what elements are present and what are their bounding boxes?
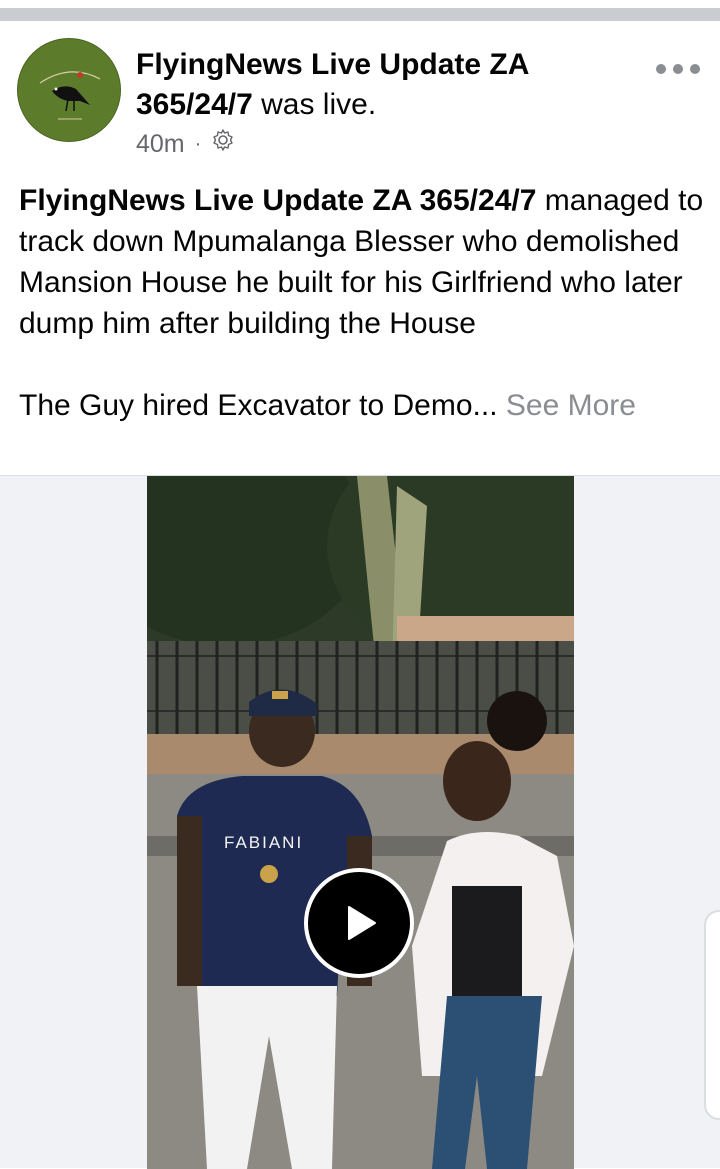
bird-logo-icon (18, 39, 120, 141)
post-body: FlyingNews Live Update ZA 365/24/7 manag… (19, 180, 709, 426)
shirt-logo-text: FABIANI (224, 833, 303, 852)
play-button[interactable] (304, 868, 414, 978)
post-body-second: The Guy hired Excavator to Demo... (19, 389, 498, 422)
feed-divider (0, 8, 720, 21)
live-status: was live. (252, 88, 377, 121)
post-time[interactable]: 40m (136, 127, 185, 161)
more-horizontal-icon (656, 64, 666, 74)
more-horizontal-icon (673, 64, 683, 74)
author-block: FlyingNews Live Update ZA 365/24/7 was l… (136, 45, 596, 161)
play-icon (348, 906, 376, 940)
meta-separator: · (194, 133, 202, 155)
video-frame[interactable]: FABIANI (147, 476, 574, 1169)
post-body-lead[interactable]: FlyingNews Live Update ZA 365/24/7 (19, 184, 536, 217)
gear-icon[interactable] (211, 127, 235, 161)
see-more-link[interactable]: See More (498, 389, 636, 422)
post-meta: 40m · (136, 127, 596, 161)
video-thumbnail: FABIANI (147, 476, 574, 1169)
video-container[interactable]: FABIANI (0, 475, 720, 1169)
post-header: FlyingNews Live Update ZA 365/24/7 was l… (0, 21, 720, 161)
post-paragraph-2: The Guy hired Excavator to Demo... See M… (19, 385, 709, 426)
post-paragraph-1: FlyingNews Live Update ZA 365/24/7 manag… (19, 180, 709, 344)
side-panel-handle[interactable] (704, 910, 720, 1120)
more-horizontal-icon (690, 64, 700, 74)
author-line: FlyingNews Live Update ZA 365/24/7 was l… (136, 45, 596, 125)
page-avatar[interactable] (17, 38, 121, 142)
more-options-button[interactable] (656, 57, 700, 81)
